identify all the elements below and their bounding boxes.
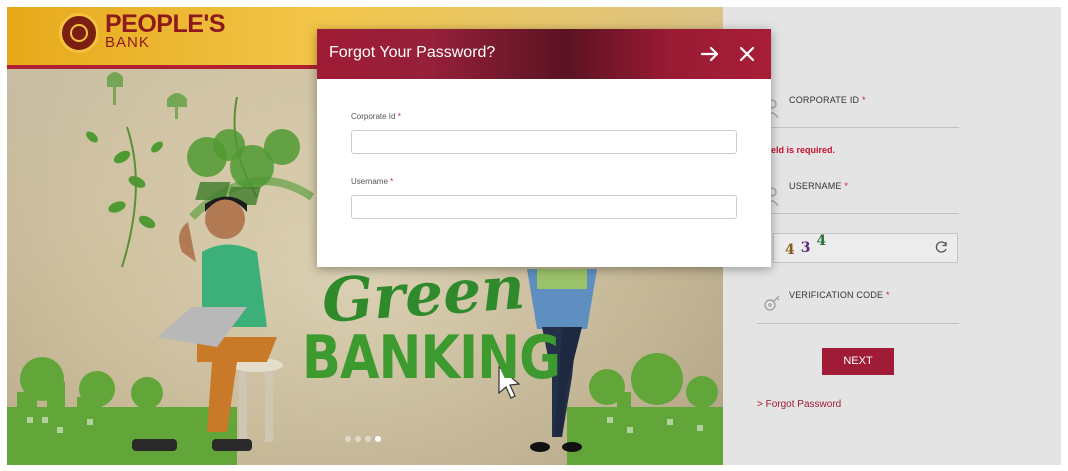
verification-code-field[interactable] bbox=[757, 323, 959, 324]
username-label: USERNAME * bbox=[789, 181, 849, 191]
corporate-id-field[interactable] bbox=[757, 127, 959, 128]
carousel-dot-active[interactable] bbox=[375, 436, 381, 442]
arrow-right-icon[interactable] bbox=[700, 44, 720, 64]
carousel-dot[interactable] bbox=[355, 436, 361, 442]
verification-code-label: VERIFICATION CODE * bbox=[789, 290, 890, 300]
refresh-icon[interactable] bbox=[935, 240, 949, 254]
forgot-password-modal: Forgot Your Password? Corporate Id * Use… bbox=[317, 29, 771, 267]
carousel-dots bbox=[345, 436, 381, 442]
banking-headline: BANKING bbox=[302, 323, 561, 393]
corporate-id-label: CORPORATE ID * bbox=[789, 95, 866, 105]
green-headline: Green bbox=[319, 253, 528, 337]
modal-username-input[interactable] bbox=[351, 195, 737, 219]
carousel-dot[interactable] bbox=[365, 436, 371, 442]
close-icon[interactable] bbox=[738, 45, 756, 63]
username-field[interactable] bbox=[757, 213, 959, 214]
modal-corporate-id-label: Corporate Id * bbox=[351, 112, 401, 121]
modal-corporate-id-input[interactable] bbox=[351, 130, 737, 154]
next-button[interactable]: NEXT bbox=[822, 348, 894, 375]
page-frame: PEOPLE'S BANK Green BANKING CORPORATE ID… bbox=[7, 7, 1061, 465]
modal-header: Forgot Your Password? bbox=[317, 29, 771, 79]
modal-title: Forgot Your Password? bbox=[329, 44, 496, 61]
captcha-text: 434 bbox=[785, 233, 827, 258]
key-icon bbox=[764, 295, 780, 311]
modal-username-label: Username * bbox=[351, 177, 394, 186]
carousel-dot[interactable] bbox=[345, 436, 351, 442]
forgot-password-link[interactable]: > Forgot Password bbox=[757, 399, 841, 410]
